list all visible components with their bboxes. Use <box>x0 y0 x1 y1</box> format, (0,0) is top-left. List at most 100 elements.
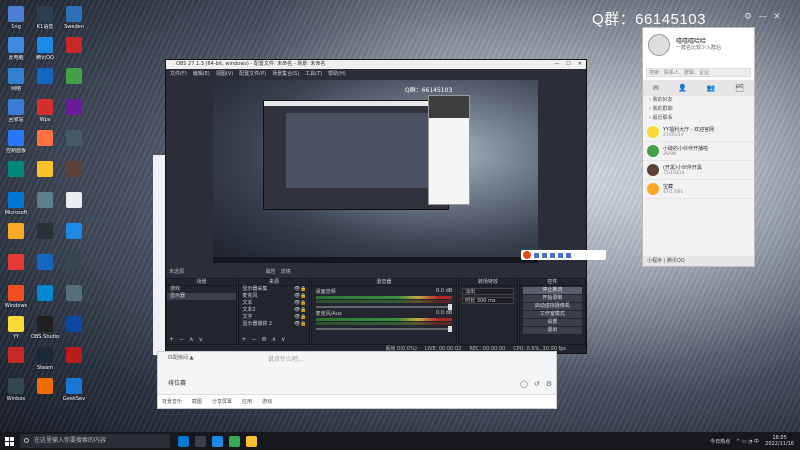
up-icon[interactable]: ∧ <box>272 336 276 343</box>
list-item[interactable]: 宝藏 47/17/61 <box>643 180 754 199</box>
qq-section[interactable]: › 我的好友 <box>643 96 754 105</box>
obs-titlebar[interactable]: OBS 27.1.3 (64-bit, windows) - 配置文件: 未命名… <box>166 60 586 69</box>
desktop-icon[interactable]: Winbox <box>2 378 30 402</box>
source-item[interactable]: 显示器采集 👁🔒 <box>239 286 308 293</box>
taskbar-app-icon[interactable] <box>246 435 257 447</box>
minimize-icon[interactable]: — <box>554 61 559 67</box>
desktop-icon[interactable] <box>60 99 88 117</box>
emoji-icon[interactable]: ◯ <box>520 380 528 388</box>
desktop-icon[interactable]: 网络 <box>2 68 30 92</box>
mixer-channel-desktop[interactable]: 桌面音频 0.0 dB <box>315 288 453 310</box>
qq-section[interactable]: › 我的群聊 <box>643 105 754 114</box>
eye-icon[interactable]: 👁🔒 <box>294 307 307 314</box>
desktop-icon[interactable] <box>31 192 59 210</box>
desktop-icon[interactable] <box>2 254 30 272</box>
duration-field[interactable]: 时长 300 ms <box>462 297 514 304</box>
taskbar-app-icon[interactable] <box>212 435 223 447</box>
taskbar-search[interactable]: 在这里输入你要搜索的内容 <box>20 434 170 448</box>
control-button[interactable]: 设置 <box>522 319 582 326</box>
filters-button[interactable]: 滤镜 <box>281 269 291 275</box>
qq-main-panel[interactable]: 嘻嘻嘻哈哈 一群名比较少入群后 搜索：联系人、群聊、企业 ✉ 👤 👥 🗂 › 我的好友… <box>642 27 755 267</box>
desktop-icon[interactable]: 控制面板 <box>2 130 30 154</box>
source-item[interactable]: 文本 👁🔒 <box>239 300 308 307</box>
obs-preview[interactable]: Q群：66145103 <box>213 80 538 263</box>
menu-item[interactable]: 视图(V) <box>216 71 233 77</box>
menu-item[interactable]: 文件(F) <box>170 71 187 77</box>
maximize-icon[interactable]: ☐ <box>566 61 570 67</box>
up-icon[interactable]: ∧ <box>189 336 193 343</box>
desktop-icon[interactable] <box>31 161 59 179</box>
ime-toolbar[interactable] <box>521 250 606 260</box>
desktop-icon[interactable] <box>2 347 30 365</box>
desktop-icon[interactable] <box>60 192 88 210</box>
chat-window[interactable]: 匹配房间 ▲ 说点什么吧... 排位赛 ◯ ↺ ⚙ 背景音乐 截图 分享屏幕 应用 游戏 <box>157 351 557 409</box>
menu-item[interactable]: 编辑(E) <box>193 71 210 77</box>
menu-item[interactable]: 场景集合(S) <box>272 71 299 77</box>
qq-signature[interactable]: 一群名比较少入群后 <box>676 44 721 51</box>
desktop-icon[interactable] <box>60 285 88 303</box>
remove-icon[interactable]: − <box>179 336 184 343</box>
desktop-icon[interactable]: YY <box>2 316 30 340</box>
overlay-window-controls[interactable]: ⚙ — ✕ <box>738 12 781 22</box>
chat-tool-item[interactable]: 游戏 <box>262 399 272 405</box>
qq-tab[interactable]: 🗂 <box>735 84 744 92</box>
list-item[interactable]: (开黑)小伙伴开黑 75/16434 <box>643 161 754 180</box>
news-widget[interactable]: 今日热点 <box>710 438 730 445</box>
tray-icons[interactable]: ^ ▭ ◔ 中 <box>736 438 759 445</box>
chat-tool-item[interactable]: 分享屏幕 <box>212 399 232 405</box>
desktop-icon[interactable]: Sweden <box>60 6 88 30</box>
control-button[interactable]: 启动虚拟摄像机 <box>522 303 582 310</box>
gear-icon[interactable]: ⚙ <box>261 336 266 343</box>
desktop-icon[interactable]: 回收站 <box>2 99 30 123</box>
ranked-button[interactable]: 排位赛 <box>168 378 186 387</box>
scene-item[interactable]: 显示器 <box>167 293 237 300</box>
down-icon[interactable]: ∨ <box>198 336 202 343</box>
desktop-icon[interactable]: Wps <box>31 99 59 123</box>
desktop-icon[interactable]: 1ng <box>2 6 30 30</box>
desktop-icon[interactable] <box>31 285 59 303</box>
properties-button[interactable]: 属性 <box>266 269 276 275</box>
desktop-icon[interactable] <box>60 161 88 179</box>
qq-tab[interactable]: ✉ <box>653 84 659 92</box>
source-item[interactable]: 文本2 👁🔒 <box>239 307 308 314</box>
source-item[interactable]: 麦克风 👁🔒 <box>239 293 308 300</box>
gear-icon[interactable]: ⚙ <box>546 380 552 388</box>
menu-item[interactable]: 工具(T) <box>305 71 322 77</box>
down-icon[interactable]: ∨ <box>281 336 285 343</box>
list-item[interactable]: YY福利大厅 - 欢迎官网 27/05/34 <box>643 123 754 142</box>
desktop-icon[interactable]: K1语音 <box>31 6 59 30</box>
desktop-icon[interactable] <box>60 347 88 365</box>
desktop-icon[interactable] <box>2 223 30 241</box>
desktop-icon[interactable] <box>60 37 88 55</box>
qq-tab[interactable]: 👤 <box>678 84 687 92</box>
desktop-icon[interactable] <box>60 223 88 241</box>
desktop-icon[interactable] <box>31 254 59 272</box>
list-item[interactable]: 小破的小伙伴开播啦 26/98 <box>643 142 754 161</box>
scene-item[interactable]: 游戏 <box>167 286 236 293</box>
menu-item[interactable]: 帮助(H) <box>328 71 346 77</box>
add-icon[interactable]: + <box>241 336 246 343</box>
avatar[interactable] <box>648 34 670 56</box>
chat-input[interactable]: 说点什么吧... <box>268 354 304 363</box>
control-button[interactable]: 开始录制 <box>522 295 582 302</box>
qq-section[interactable]: › 最近联系 <box>643 114 754 123</box>
eye-icon[interactable]: 👁🔒 <box>294 321 307 328</box>
add-icon[interactable]: + <box>169 336 174 343</box>
mixer-channel-mic[interactable]: 麦克风/Aux 0.0 dB <box>315 310 453 332</box>
desktop-icon[interactable]: OBS Studio <box>31 316 59 340</box>
desktop-icon[interactable] <box>31 68 59 86</box>
desktop-icon[interactable] <box>60 254 88 272</box>
desktop-icon[interactable]: 此电脑 <box>2 37 30 61</box>
desktop-icon[interactable] <box>2 161 30 179</box>
taskbar-app-icon[interactable] <box>195 435 206 447</box>
taskbar-app-icon[interactable] <box>178 435 189 447</box>
desktop-icon[interactable] <box>31 223 59 241</box>
desktop-icon[interactable] <box>60 130 88 148</box>
source-item[interactable]: 文字 👁🔒 <box>239 314 308 321</box>
eye-icon[interactable]: 👁🔒 <box>294 286 307 293</box>
sogou-icon[interactable] <box>523 251 531 259</box>
desktop-icon[interactable]: Microsoft <box>2 192 30 216</box>
eye-icon[interactable]: 👁🔒 <box>294 300 307 307</box>
source-item[interactable]: 显示器捕获 2 👁🔒 <box>239 321 308 328</box>
qq-tab[interactable]: 👥 <box>707 84 716 92</box>
